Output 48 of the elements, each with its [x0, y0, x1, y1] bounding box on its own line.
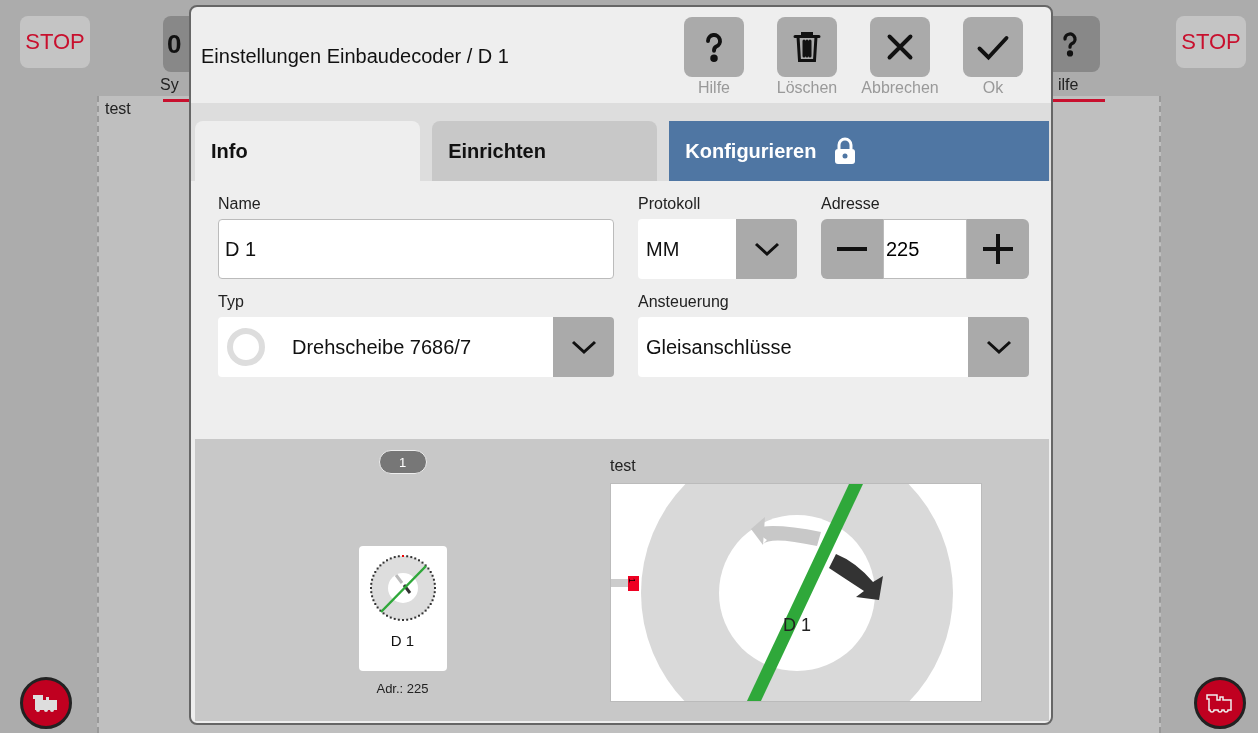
button-label: Hilfe	[698, 79, 730, 97]
name-field[interactable]: D 1	[218, 219, 614, 279]
port-label: 1	[627, 578, 636, 583]
tab[interactable]: Info	[195, 121, 421, 181]
turntable-label: D 1	[783, 615, 811, 636]
ring-icon	[226, 327, 266, 367]
decrement-button[interactable]	[821, 219, 883, 279]
field-label: Adresse	[821, 195, 881, 213]
type-select[interactable]: Drehscheibe 7686/7	[218, 317, 614, 377]
toolbar-label: Sy	[160, 76, 179, 94]
button-label: Abbrechen	[861, 79, 939, 97]
field-label: Ansteuerung	[638, 293, 730, 311]
dropdown-button[interactable]	[968, 317, 1029, 377]
tab[interactable]: Einrichten	[432, 121, 658, 181]
address-field[interactable]: 225	[883, 219, 967, 279]
dropdown-button[interactable]	[553, 317, 614, 377]
dialog-title: Einstellungen Einbaudecoder / D 1	[201, 45, 510, 68]
chevron-down-icon	[984, 339, 1013, 355]
increment-button[interactable]	[967, 219, 1029, 279]
locomotive-button[interactable]	[1194, 677, 1246, 729]
field-label: Protokoll	[638, 195, 702, 213]
plus-icon	[983, 234, 1013, 264]
lock-icon	[834, 137, 857, 165]
toolbar-label: ilfe	[1058, 76, 1079, 94]
panel-title: test	[104, 99, 132, 119]
chevron-down-icon	[752, 241, 781, 257]
control-select[interactable]: Gleisanschlüsse	[638, 317, 1029, 377]
cancel-button[interactable]	[870, 17, 930, 77]
tile-name: D 1	[390, 632, 415, 649]
protocol-select[interactable]: MM	[638, 219, 797, 279]
address-label: Adr.: 225	[376, 681, 429, 696]
field-label: Name	[218, 195, 262, 213]
button-label: Ok	[982, 79, 1004, 97]
turntable-icon	[368, 554, 437, 622]
ok-button[interactable]	[963, 17, 1023, 77]
chevron-down-icon	[569, 339, 598, 355]
help-button[interactable]	[684, 17, 744, 77]
minus-icon	[837, 247, 867, 251]
tab[interactable]: Konfigurieren	[669, 121, 1049, 181]
turntable-tile[interactable]: D 1	[358, 546, 447, 671]
locomotive-icon	[1205, 693, 1235, 713]
page-badge[interactable]: 1	[378, 450, 427, 474]
field-label: Typ	[218, 293, 245, 311]
delete-button[interactable]	[777, 17, 837, 77]
button-label: Löschen	[776, 79, 838, 97]
dropdown-button[interactable]	[736, 219, 797, 279]
layout-title: test	[610, 457, 637, 475]
locomotive-button[interactable]	[20, 677, 72, 729]
